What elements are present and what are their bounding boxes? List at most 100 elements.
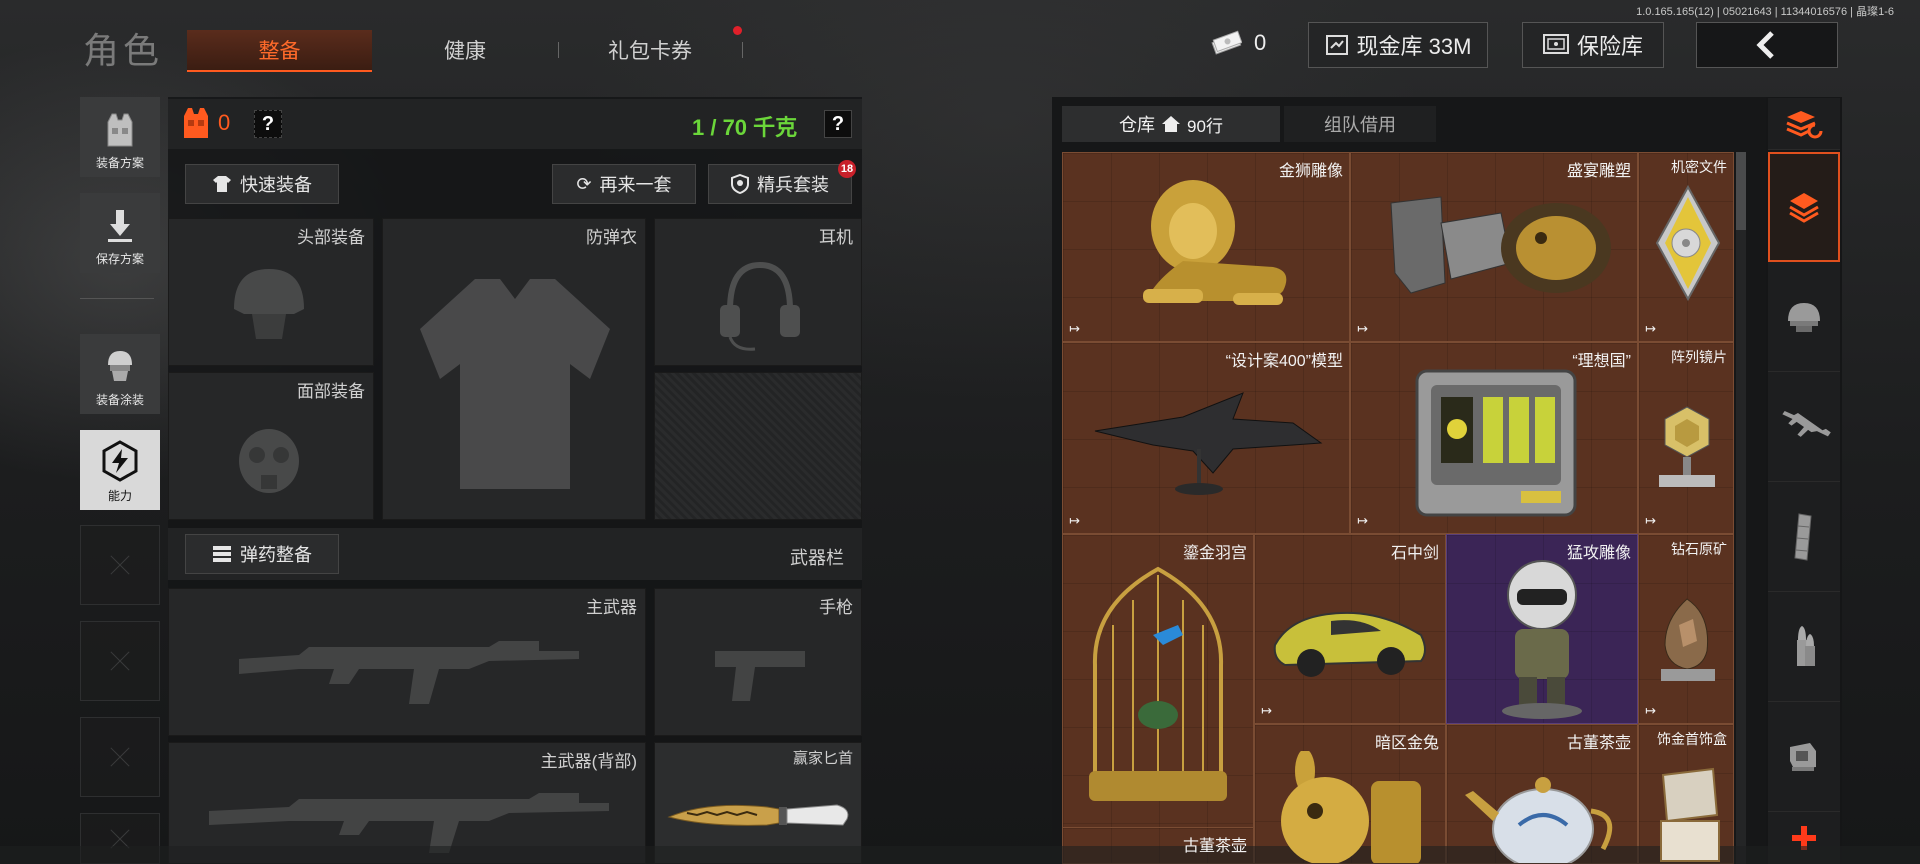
body-armor-silhouette-icon: [420, 279, 610, 489]
item-golden-lion[interactable]: 金狮雕像 ↦: [1062, 152, 1350, 342]
extract-icon: ↦: [1645, 321, 1656, 336]
item-design-400-model[interactable]: “设计案400”模型 ↦: [1062, 342, 1350, 534]
slot-label: 主武器(背部): [540, 752, 637, 771]
item-name: 古董茶壶: [1566, 735, 1631, 752]
primary-weapon-slot[interactable]: 主武器: [168, 588, 646, 736]
item-classified-files[interactable]: 机密文件 ↦: [1638, 152, 1734, 342]
pistol-slot[interactable]: 手枪: [654, 588, 862, 736]
shield-icon: [731, 174, 749, 194]
item-name: 石中剑: [1390, 545, 1439, 562]
tab-gift-cards[interactable]: 礼包卡券: [570, 30, 730, 70]
tab-equip[interactable]: 整备: [187, 30, 372, 72]
item-name: 古董茶壶: [1182, 838, 1247, 855]
cash-counter: 0: [1210, 30, 1266, 56]
scope-icon: [1790, 742, 1816, 771]
team-borrow-label: 组队借用: [1324, 115, 1396, 135]
body-armor-slot[interactable]: 防弹衣: [382, 218, 646, 520]
slot-label: 耳机: [819, 228, 853, 247]
item-array-lens[interactable]: 阵列镜片 ↦: [1638, 342, 1734, 534]
quick-equip-label: 快速装备: [240, 175, 312, 195]
back-button[interactable]: [1696, 22, 1838, 68]
item-name: 猛攻雕像: [1566, 545, 1631, 562]
extract-icon: ↦: [1645, 513, 1656, 528]
tab-divider: [742, 42, 743, 58]
item-raw-diamond[interactable]: 钻石原矿 ↦: [1638, 534, 1734, 724]
item-ideal-country[interactable]: “理想国” ↦: [1350, 342, 1638, 534]
notification-dot: [733, 26, 742, 35]
cash-vault-button[interactable]: 现金库 33M: [1308, 22, 1488, 68]
tab-team-borrow[interactable]: 组队借用: [1284, 106, 1436, 142]
item-name: “理想国”: [1572, 353, 1631, 370]
classified-files-icon: [1655, 184, 1721, 302]
vest-icon: [107, 113, 133, 147]
armor-vest-icon: [184, 108, 208, 138]
warehouse-scrollbar[interactable]: [1736, 152, 1746, 864]
ammo-prep-label: 弹药整备: [240, 545, 312, 565]
extract-icon: ↦: [1357, 513, 1368, 528]
item-golden-rabbit[interactable]: 暗区金兔: [1254, 724, 1446, 864]
all-items-icon: [1789, 193, 1819, 223]
weapon-bar-label: 武器栏: [790, 548, 844, 568]
reequip-button[interactable]: ⟳ 再来一套: [552, 164, 696, 204]
category-magazine[interactable]: [1768, 482, 1840, 592]
sidebar-item-label: 装备方案: [95, 156, 144, 170]
birdcage-icon: [1089, 566, 1227, 801]
sidebar-item-save-plan[interactable]: 保存方案: [80, 193, 160, 273]
category-scope[interactable]: [1768, 702, 1840, 812]
tab-warehouse[interactable]: 仓库 90行: [1062, 106, 1280, 142]
scrollbar-thumb[interactable]: [1736, 152, 1746, 230]
head-gear-slot[interactable]: 头部装备: [168, 218, 374, 366]
rifle-silhouette-icon: [239, 641, 579, 704]
ammo-prep-button[interactable]: 弹药整备: [185, 534, 339, 574]
sort-button[interactable]: [1768, 98, 1840, 150]
item-name: 饰金首饰盒: [1657, 731, 1727, 747]
warehouse-rows: 90行: [1187, 116, 1223, 136]
refresh-icon: ⟳: [576, 173, 592, 194]
weight-readout: 1 / 70 千克: [692, 115, 798, 140]
item-jewelry-box[interactable]: 饰金首饰盒: [1638, 724, 1734, 864]
face-gear-slot[interactable]: 面部装备: [168, 372, 374, 520]
slot-label: 手枪: [819, 598, 853, 617]
insurance-vault-button[interactable]: 保险库: [1522, 22, 1664, 68]
item-gilded-birdcage[interactable]: 鎏金羽宫: [1062, 534, 1254, 828]
slot-label: 头部装备: [297, 228, 365, 247]
category-rifle[interactable]: [1768, 372, 1840, 482]
extract-icon: ↦: [1069, 513, 1080, 528]
weight-help-button[interactable]: ?: [824, 110, 852, 138]
sidebar-item-label: 能力: [107, 489, 132, 503]
insurance-label: 保险库: [1576, 34, 1643, 59]
sidebar-empty-slot: [80, 717, 160, 797]
jewelry-box-icon: [1660, 767, 1720, 862]
tab-health[interactable]: 健康: [400, 30, 530, 70]
bottom-strip: [0, 846, 1920, 864]
item-feast-sculpture[interactable]: 盛宴雕塑 ↦: [1350, 152, 1638, 342]
item-sword-in-stone[interactable]: 石中剑 ↦: [1254, 534, 1446, 724]
golden-rabbit-icon: [1281, 751, 1421, 863]
headset-slot[interactable]: 耳机: [654, 218, 862, 366]
elite-kit-button[interactable]: 精兵套装: [708, 164, 852, 204]
pistol-silhouette-icon: [715, 651, 805, 701]
item-antique-teapot[interactable]: 古董茶壶: [1446, 724, 1638, 864]
category-ammo[interactable]: [1768, 592, 1840, 702]
version-text: 1.0.165.165(12) | 05021643 | 11344016576…: [1636, 6, 1894, 18]
teapot-icon: [1465, 777, 1613, 863]
sidebar-item-ability[interactable]: 能力: [80, 430, 160, 510]
quick-equip-button[interactable]: 快速装备: [185, 164, 339, 204]
slot-label: 主武器: [586, 598, 637, 617]
item-name: 机密文件: [1671, 159, 1727, 175]
extract-icon: ↦: [1357, 321, 1368, 336]
bullet-icon: [1797, 625, 1815, 666]
slot-label: 防弹衣: [586, 228, 637, 247]
sidebar-item-loadout-plans[interactable]: 装备方案: [80, 97, 160, 177]
magazine-icon: [1794, 512, 1812, 561]
sidebar-item-skin[interactable]: 装备涂装: [80, 334, 160, 414]
cash-count: 0: [1254, 30, 1267, 55]
item-name: “设计案400”模型: [1225, 353, 1343, 370]
back-arrow-icon: [1756, 31, 1774, 59]
category-all[interactable]: [1768, 152, 1840, 262]
extract-icon: ↦: [1261, 703, 1272, 718]
home-icon: [1162, 116, 1181, 132]
cash-vault-label: 现金库 33M: [1356, 34, 1472, 59]
item-assault-statue[interactable]: 猛攻雕像: [1446, 534, 1638, 724]
category-helmet[interactable]: [1768, 262, 1840, 372]
